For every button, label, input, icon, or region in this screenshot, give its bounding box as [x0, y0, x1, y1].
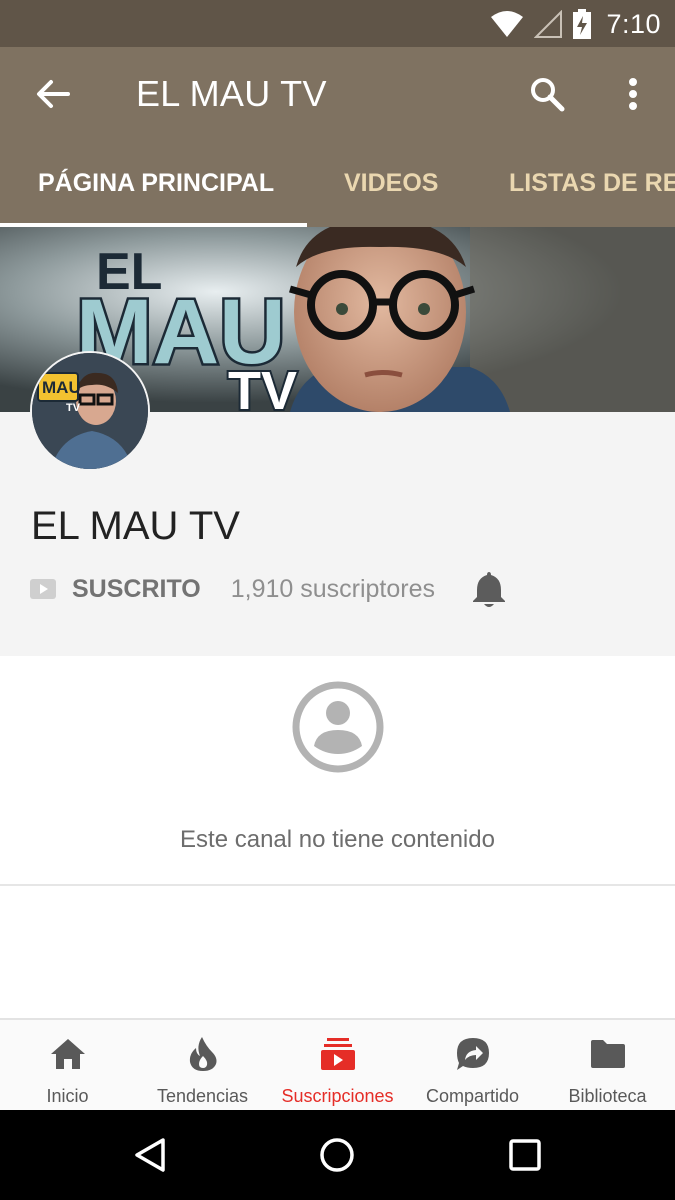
back-button[interactable] — [28, 69, 78, 119]
tab-pagina-principal[interactable]: PÁGINA PRINCIPAL — [38, 139, 274, 227]
more-options-button[interactable] — [608, 69, 658, 119]
tab-bar: PÁGINA PRINCIPAL VIDEOS LISTAS DE REPROD… — [0, 139, 675, 227]
arrow-back-icon — [37, 80, 70, 108]
subscribed-label: SUSCRITO — [72, 574, 201, 603]
home-circle-icon — [320, 1138, 354, 1172]
account-circle-icon — [292, 681, 384, 773]
nav-compartido[interactable]: Compartido — [405, 1020, 540, 1110]
tab-listas[interactable]: LISTAS DE REPRODUCCIÓN — [509, 139, 675, 227]
svg-text:MAU: MAU — [42, 378, 81, 397]
home-icon — [50, 1039, 85, 1069]
app-bar: EL MAU TV — [0, 47, 675, 139]
subscriber-count: 1,910 suscriptores — [230, 574, 436, 603]
empty-content-area: Este canal no tiene contenido — [0, 656, 675, 886]
channel-name: EL MAU TV — [31, 504, 240, 548]
nav-tendencias[interactable]: Tendencias — [135, 1020, 270, 1110]
nav-label-compartido: Compartido — [425, 1086, 520, 1106]
svg-text:TV: TV — [228, 361, 297, 412]
wifi-icon — [491, 11, 524, 37]
nav-label-tendencias: Tendencias — [156, 1086, 249, 1106]
recents-square-icon — [509, 1139, 541, 1171]
status-bar: 7:10 — [0, 0, 675, 47]
system-back-button[interactable] — [125, 1130, 175, 1180]
subscription-row: SUSCRITO 1,910 suscriptores — [30, 564, 509, 614]
more-vert-icon — [629, 78, 637, 110]
page-title: EL MAU TV — [136, 73, 327, 114]
trending-fire-icon — [189, 1037, 216, 1071]
back-triangle-icon — [135, 1138, 165, 1172]
battery-charging-icon — [573, 9, 592, 39]
svg-text:TV: TV — [66, 402, 81, 414]
nav-label-biblioteca: Biblioteca — [568, 1086, 647, 1106]
youtube-play-icon — [30, 579, 56, 599]
shared-icon — [456, 1038, 489, 1070]
search-button[interactable] — [522, 69, 572, 119]
subscriptions-icon — [320, 1038, 355, 1070]
nav-label-inicio: Inicio — [46, 1086, 89, 1106]
subscribed-button[interactable]: SUSCRITO — [30, 575, 201, 604]
nav-biblioteca[interactable]: Biblioteca — [540, 1020, 675, 1110]
signal-icon — [534, 10, 563, 38]
channel-avatar[interactable]: MAU TV — [30, 351, 150, 471]
nav-label-suscripciones: Suscripciones — [281, 1086, 394, 1106]
screen: 7:10 EL MAU TV PÁGINA PRINCIPAL VIDEOS L… — [0, 0, 675, 1200]
avatar-image: MAU TV — [32, 353, 148, 469]
empty-message: Este canal no tiene contenido — [180, 826, 495, 853]
nav-inicio[interactable]: Inicio — [0, 1020, 135, 1110]
system-navigation-bar — [0, 1110, 675, 1200]
tab-videos[interactable]: VIDEOS — [344, 139, 438, 227]
system-home-button[interactable] — [312, 1130, 362, 1180]
notification-bell-button[interactable] — [469, 569, 509, 609]
nav-suscripciones[interactable]: Suscripciones — [270, 1020, 405, 1110]
search-icon — [531, 78, 565, 112]
status-time: 7:10 — [606, 8, 661, 39]
system-recents-button[interactable] — [500, 1130, 550, 1180]
folder-icon — [590, 1040, 625, 1068]
bottom-navigation: Inicio Tendencias Suscripciones Comparti… — [0, 1018, 675, 1110]
bell-icon — [473, 572, 506, 607]
